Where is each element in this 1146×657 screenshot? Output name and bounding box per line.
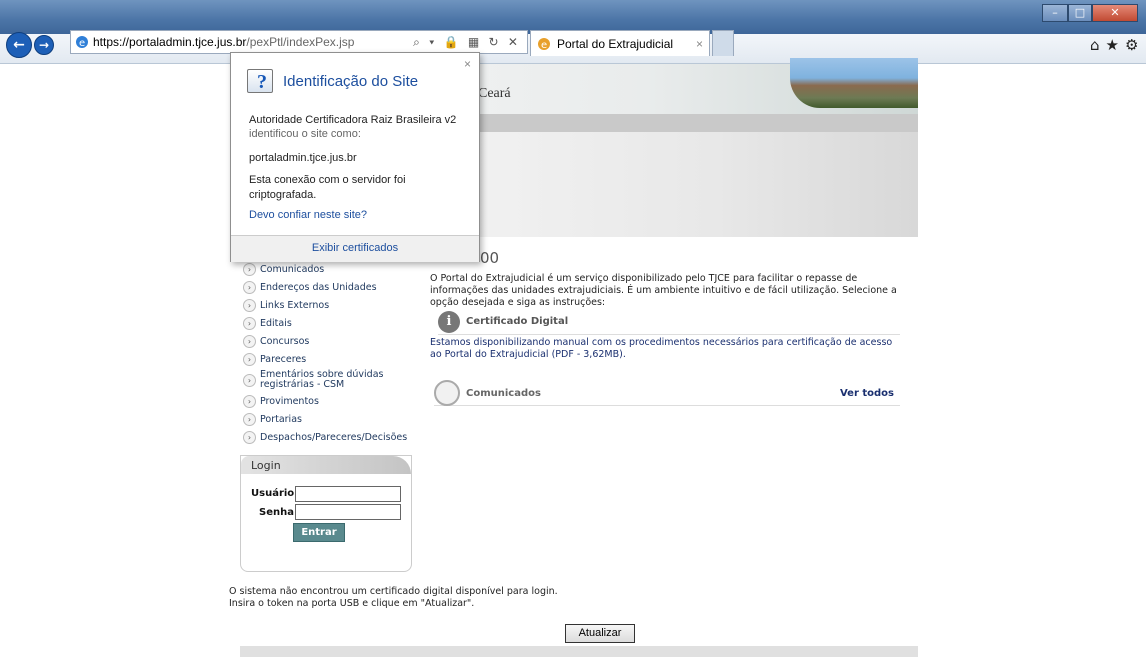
tab-label: Portal do Extrajudicial	[557, 37, 674, 51]
comunicados-section: Comunicados Ver todos	[434, 380, 900, 406]
page-footer	[240, 646, 918, 657]
encryption-text: Esta conexão com o servidor foi criptogr…	[249, 174, 406, 201]
ver-todos-link[interactable]: Ver todos	[840, 388, 894, 399]
username-input[interactable]	[295, 486, 401, 502]
popup-footer: Exibir certificados	[231, 235, 479, 262]
tab-portal-extrajudicial[interactable]: e Portal do Extrajudicial ×	[530, 30, 710, 56]
certificate-manual-link[interactable]: Estamos disponibilizando manual com os p…	[430, 337, 900, 361]
side-menu: › Comunicados › Endereços das Unidades › Li…	[240, 260, 420, 446]
certificate-section: i Certificado Digital	[438, 311, 900, 335]
home-favorites-settings-icons[interactable]: ⌂★⚙	[1090, 36, 1144, 54]
chevron-right-icon: ›	[243, 316, 256, 330]
trust-site-link[interactable]: Devo confiar neste site?	[249, 208, 367, 223]
site-domain: portaladmin.tjce.jus.br	[249, 152, 357, 164]
login-submit-button[interactable]: Entrar	[293, 523, 345, 542]
newspaper-icon	[434, 380, 460, 406]
site-identity-icon: ?	[247, 69, 273, 93]
intro-text: O Portal do Extrajudicial é um serviço d…	[430, 273, 897, 308]
popup-title: Identificação do Site	[283, 73, 419, 90]
page-content: Ceará 00 › Comunicados › Endereços das Uni…	[0, 58, 1146, 657]
ie-icon: e	[76, 36, 88, 49]
menu-item-enderecos[interactable]: › Endereços das Unidades	[240, 278, 420, 296]
atualizar-button[interactable]: Atualizar	[565, 624, 635, 643]
url-text: https://portaladmin.tjce.jus.br/pexPtl/i…	[93, 35, 355, 49]
browser-title-bar: – □ ✕	[0, 0, 1146, 34]
menu-item-ementarios[interactable]: › Ementários sobre dúvidas registrárias -…	[240, 368, 420, 392]
menu-item-links[interactable]: › Links Externos	[240, 296, 420, 314]
menu-item-editais[interactable]: › Editais	[240, 314, 420, 332]
hero-title: 00	[480, 249, 500, 267]
password-label: Senha:	[259, 507, 298, 518]
menu-item-portarias[interactable]: › Portarias	[240, 410, 420, 428]
notice-line-1: O sistema não encontrou um certificado d…	[229, 586, 558, 597]
chevron-right-icon: ›	[243, 394, 256, 408]
menu-item-provimentos[interactable]: › Provimentos	[240, 392, 420, 410]
chevron-right-icon: ›	[243, 280, 256, 294]
chevron-right-icon: ›	[243, 430, 256, 444]
back-button[interactable]: ←	[6, 32, 32, 58]
login-box: Login Usuário: Senha: Entrar	[240, 455, 412, 572]
address-bar[interactable]: e https://portaladmin.tjce.jus.br/pexPtl…	[70, 30, 528, 54]
banner-photo	[790, 58, 918, 108]
view-certificates-link[interactable]: Exibir certificados	[231, 242, 479, 254]
close-window-button[interactable]: ✕	[1092, 4, 1138, 22]
identified-as-text: identificou o site como:	[249, 128, 361, 140]
password-input[interactable]	[295, 504, 401, 520]
menu-item-comunicados[interactable]: › Comunicados	[240, 260, 420, 278]
minimize-button[interactable]: –	[1042, 4, 1068, 22]
svg-text:e: e	[79, 38, 85, 49]
maximize-button[interactable]: □	[1068, 4, 1092, 22]
menu-item-concursos[interactable]: › Concursos	[240, 332, 420, 350]
new-tab-button[interactable]	[712, 30, 734, 56]
comunicados-title: Comunicados	[466, 388, 541, 399]
chevron-right-icon: ›	[243, 373, 256, 387]
chevron-right-icon: ›	[243, 262, 256, 276]
ie-tab-icon: e	[538, 38, 550, 51]
banner-text: Ceará	[478, 86, 511, 101]
menu-item-despachos[interactable]: › Despachos/Pareceres/Decisões	[240, 428, 420, 446]
certificate-authority: Autoridade Certificadora Raiz Brasileira…	[249, 114, 457, 126]
chevron-right-icon: ›	[243, 412, 256, 426]
popup-close-icon[interactable]: ×	[464, 57, 471, 71]
certificate-notice: O sistema não encontrou um certificado d…	[229, 586, 558, 611]
svg-text:e: e	[541, 40, 547, 51]
forward-button[interactable]: →	[34, 35, 54, 55]
main-content: O Portal do Extrajudicial é um serviço d…	[430, 273, 900, 406]
site-identification-popup: ? Identificação do Site × Autoridade Cer…	[230, 52, 480, 262]
login-header: Login	[241, 456, 411, 474]
chevron-right-icon: ›	[243, 298, 256, 312]
chevron-right-icon: ›	[243, 334, 256, 348]
tab-close-icon[interactable]: ×	[696, 31, 703, 57]
address-tools[interactable]: ⌕ ▾ 🔒 ▦ ↻ ✕	[413, 31, 521, 53]
user-label: Usuário:	[251, 488, 299, 499]
certificate-title: Certificado Digital	[466, 316, 569, 327]
info-icon: i	[438, 311, 460, 333]
menu-item-pareceres[interactable]: › Pareceres	[240, 350, 420, 368]
chevron-right-icon: ›	[243, 352, 256, 366]
notice-line-2: Insira o token na porta USB e clique em …	[229, 598, 475, 610]
